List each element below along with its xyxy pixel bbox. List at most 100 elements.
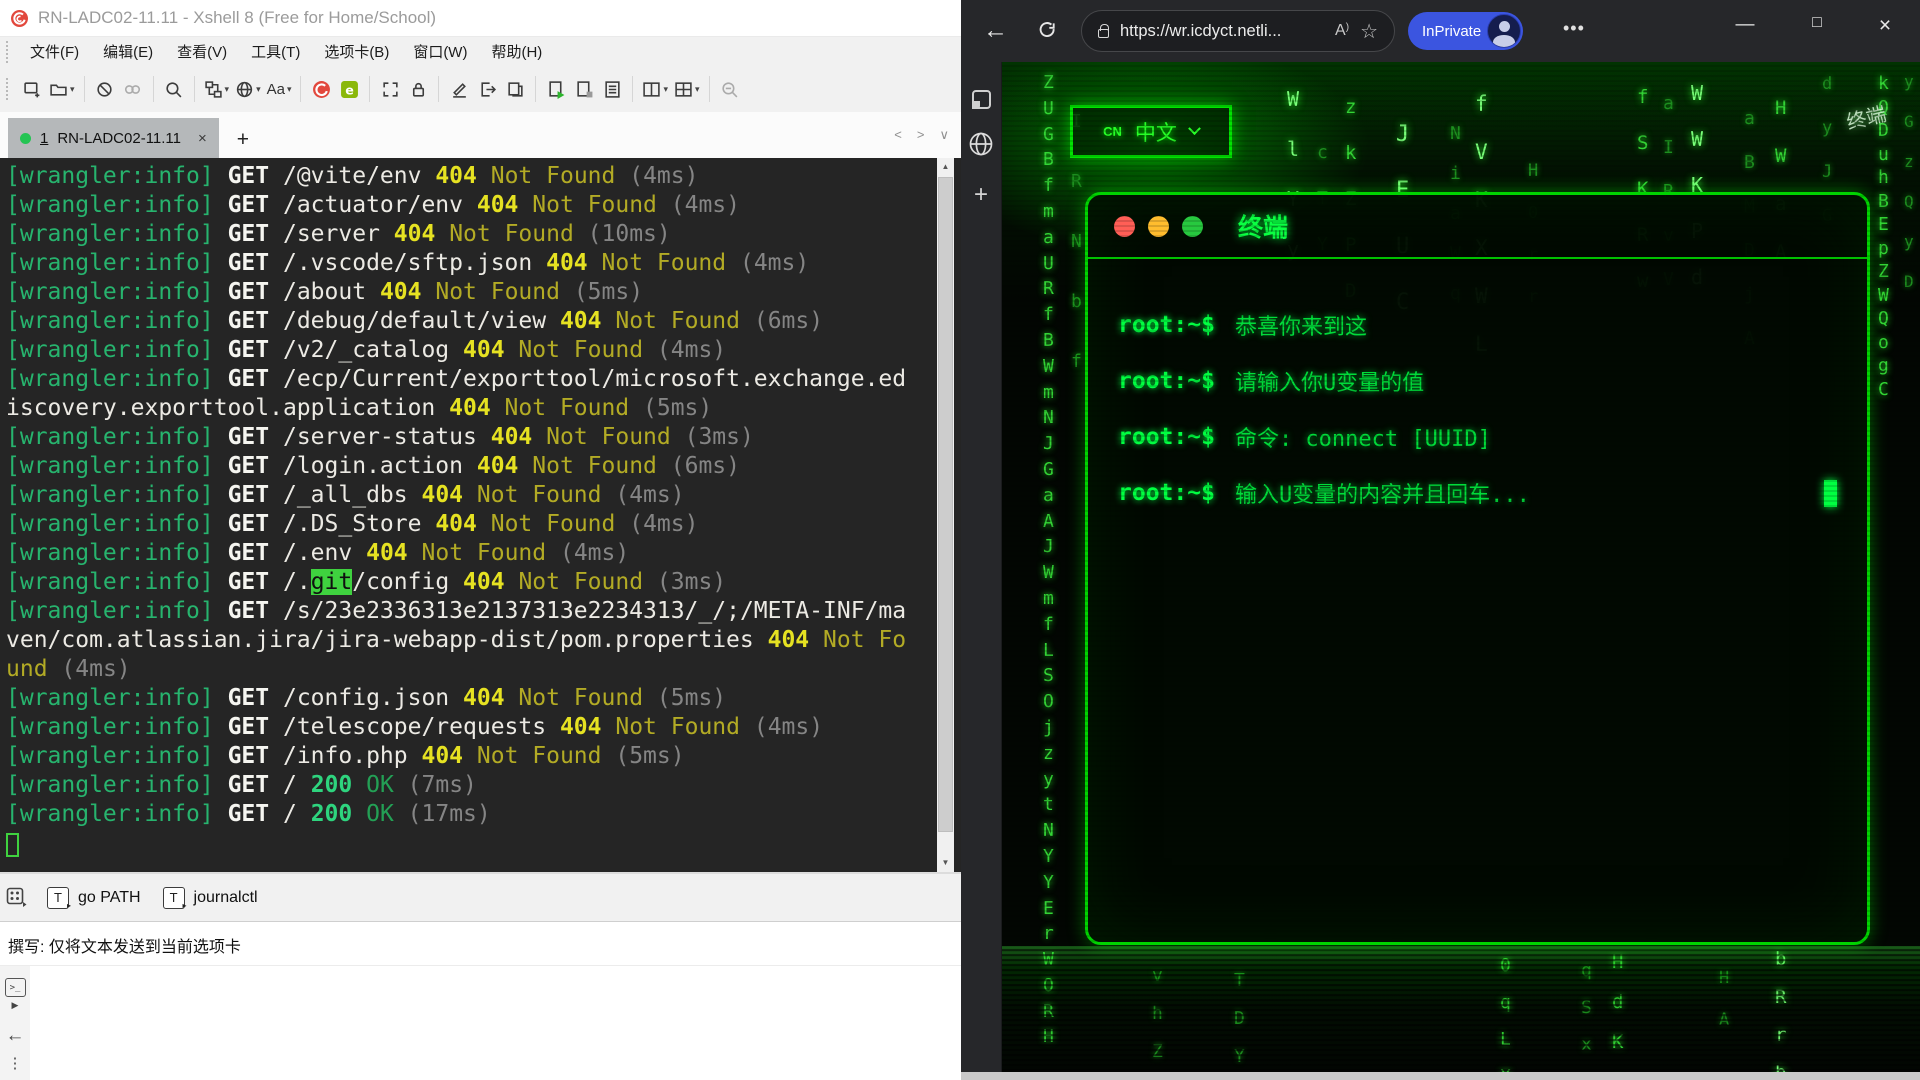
expand-arrow-icon[interactable]: ▶: [12, 1000, 19, 1011]
terminal-prompt-icon[interactable]: >_: [5, 978, 26, 997]
menu-item-f[interactable]: 文件(F): [18, 41, 91, 62]
back-arrow-icon[interactable]: ←: [6, 1025, 25, 1047]
log-path: /about: [283, 279, 366, 305]
log-entry: [wrangler:info] GET /.DS_Store 404 Not F…: [6, 510, 914, 539]
log-method: GET: [228, 540, 270, 566]
font-size-icon[interactable]: Aa▾: [264, 72, 295, 106]
tab-list-icon[interactable]: ∨: [939, 127, 949, 143]
more-dots-icon[interactable]: ⋮: [8, 1054, 23, 1072]
edge-bottom-edge: [961, 1072, 1920, 1080]
fullscreen-icon[interactable]: [376, 72, 404, 106]
xftp-app-icon[interactable]: e: [335, 72, 363, 106]
dropdown-caret-icon[interactable]: ▾: [256, 84, 261, 95]
dropdown-caret-icon[interactable]: ▾: [695, 84, 700, 95]
log-status-code: 404: [421, 743, 463, 769]
log-status-text: OK: [366, 772, 394, 798]
menu-item-h[interactable]: 帮助(H): [479, 41, 554, 62]
tab-scroll-left-icon[interactable]: <: [894, 127, 902, 143]
xshell-app-icon[interactable]: [307, 72, 335, 106]
scrollbar-thumb[interactable]: [938, 177, 953, 832]
matrix-glyph: J: [1396, 107, 1409, 163]
tab-close-button[interactable]: ×: [198, 130, 207, 147]
log-path: /info.php: [283, 743, 408, 769]
minimize-button[interactable]: —: [1723, 14, 1767, 36]
matrix-glyph: W: [1287, 74, 1299, 124]
globe-tab-icon[interactable]: [966, 129, 996, 159]
matrix-glyph: p: [1878, 237, 1889, 261]
highlight-pen-icon[interactable]: [445, 72, 473, 106]
quick-command-label: go PATH: [78, 889, 141, 907]
run-compose-icon[interactable]: [542, 72, 570, 106]
exit-session-icon[interactable]: [473, 72, 501, 106]
menu-item-t[interactable]: 工具(T): [239, 41, 312, 62]
inprivate-badge[interactable]: InPrivate: [1408, 12, 1523, 50]
terminal-message: 恭喜你来到这: [1235, 309, 1367, 341]
menu-item-w[interactable]: 窗口(W): [401, 41, 479, 62]
yellow-dot-icon: [1148, 216, 1169, 237]
language-label: 中文: [1135, 117, 1177, 147]
quick-command-button[interactable]: T▸go PATH: [47, 887, 141, 909]
tab-scroll-controls: < > ∨: [894, 127, 949, 143]
terminal-cursor: [6, 833, 19, 857]
disconnect-icon[interactable]: [91, 72, 119, 106]
log-path: /.git/config: [283, 569, 449, 595]
matrix-glyph: E: [1878, 213, 1889, 237]
matrix-glyph: O: [1043, 689, 1054, 715]
dropdown-caret-icon[interactable]: ▾: [663, 84, 668, 95]
read-aloud-icon[interactable]: A): [1335, 22, 1349, 40]
log-method: GET: [228, 250, 270, 276]
terminal-area[interactable]: [wrangler:info] GET /@vite/env 404 Not F…: [0, 158, 961, 872]
quick-command-button[interactable]: T▸journalctl: [163, 887, 258, 909]
back-arrow-icon[interactable]: ←: [983, 16, 1008, 45]
notes-icon[interactable]: [598, 72, 626, 106]
duplicate-tab-icon[interactable]: [501, 72, 529, 106]
matrix-glyph: D: [1904, 262, 1914, 302]
toolbar-separator: [369, 76, 370, 102]
tab-panel-icon[interactable]: [972, 90, 991, 109]
matrix-glyph: S: [1043, 663, 1054, 689]
scroll-down-arrow-icon[interactable]: ▼: [937, 855, 954, 871]
dropdown-caret-icon[interactable]: ▾: [225, 84, 230, 95]
split-vertical-icon[interactable]: ▾: [639, 72, 671, 106]
encoding-globe-icon[interactable]: ▾: [232, 72, 264, 106]
profile-avatar[interactable]: [1487, 14, 1521, 48]
open-session-icon[interactable]: ▾: [46, 72, 78, 106]
language-selector[interactable]: CN 中文: [1070, 105, 1232, 158]
address-bar[interactable]: https://wr.icdyct.netli... A) ☆: [1081, 10, 1395, 52]
menu-item-v[interactable]: 查看(V): [165, 41, 239, 62]
menu-item-b[interactable]: 选项卡(B): [312, 41, 401, 62]
send-compose-icon[interactable]: [570, 72, 598, 106]
find-icon[interactable]: [160, 72, 188, 106]
menu-item-e[interactable]: 编辑(E): [91, 41, 165, 62]
compose-hint-label: 撰写: 仅将文本发送到当前选项卡: [8, 933, 241, 957]
dropdown-caret-icon[interactable]: ▾: [70, 84, 75, 95]
log-entry: [wrangler:info] GET /v2/_catalog 404 Not…: [6, 336, 914, 365]
new-tab-icon[interactable]: +: [970, 181, 992, 209]
log-entry: [wrangler:info] GET /s/23e2336313e213731…: [6, 597, 914, 684]
new-transfer-icon[interactable]: ▾: [201, 72, 233, 106]
lock-screen-icon[interactable]: [404, 72, 432, 106]
dropdown-caret-icon[interactable]: ▾: [287, 84, 292, 95]
settings-menu-icon[interactable]: •••: [1563, 18, 1585, 39]
new-tab-button[interactable]: +: [237, 128, 249, 152]
close-button[interactable]: ×: [1863, 14, 1907, 38]
compose-input-area[interactable]: >_ ▶ ← ⋮: [0, 966, 961, 1080]
matrix-terminal-body[interactable]: root:~$恭喜你来到这root:~$请输入你U变量的值root:~$命令: …: [1088, 259, 1867, 521]
matrix-glyph: L: [1043, 638, 1054, 664]
green-dot-icon: [1182, 216, 1203, 237]
log-duration: (4ms): [754, 714, 823, 740]
terminal-scrollbar[interactable]: ▲ ▼: [937, 158, 954, 872]
new-session-icon[interactable]: [18, 72, 46, 106]
tab-scroll-right-icon[interactable]: >: [917, 127, 925, 143]
split-grid-icon[interactable]: ▾: [671, 72, 703, 106]
refresh-icon[interactable]: [1037, 20, 1058, 46]
scroll-up-arrow-icon[interactable]: ▲: [937, 159, 954, 175]
favorites-star-icon[interactable]: ☆: [1360, 19, 1378, 44]
matrix-glyph: y: [1043, 767, 1054, 793]
url-text[interactable]: https://wr.icdyct.netli...: [1120, 22, 1324, 41]
quick-commands-icon[interactable]: [6, 887, 27, 908]
matrix-glyph: y: [1822, 106, 1832, 150]
session-tab[interactable]: 1 RN-LADC02-11.11 ×: [8, 118, 219, 158]
maximize-button[interactable]: □: [1795, 14, 1839, 32]
log-status-code: 404: [449, 395, 491, 421]
